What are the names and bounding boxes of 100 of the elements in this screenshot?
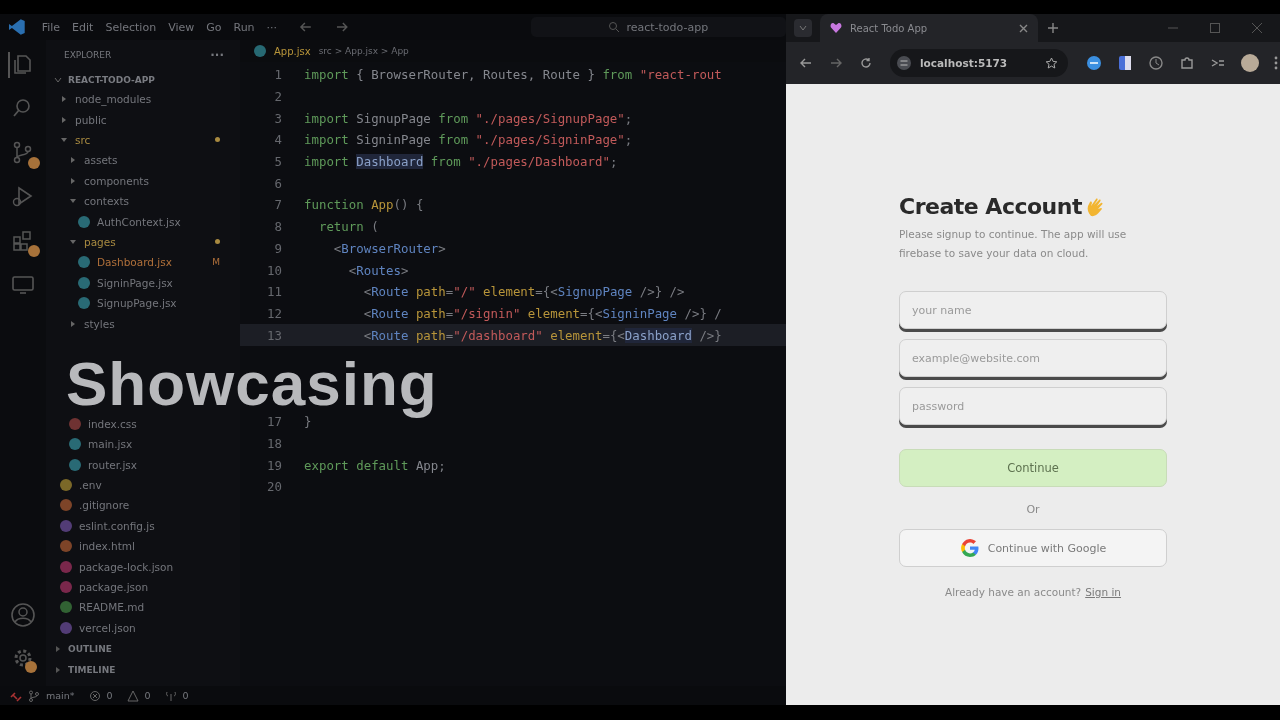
- editor-tab[interactable]: App.jsx src > App.jsx > App: [240, 40, 423, 62]
- clock-icon[interactable]: [1148, 55, 1164, 71]
- tree-item[interactable]: package.json: [46, 576, 240, 598]
- extension-square-icon[interactable]: [1117, 55, 1133, 71]
- more-vertical-icon[interactable]: [1274, 56, 1278, 70]
- menu-item[interactable]: ···: [266, 20, 278, 34]
- menu-item[interactable]: Selection: [105, 20, 157, 34]
- tree-item[interactable]: vercel.json: [46, 617, 240, 638]
- tree-item[interactable]: .gitignore: [46, 495, 240, 516]
- input-field[interactable]: your name: [899, 291, 1167, 329]
- code-line: import SigninPage from "./pages/SigninPage";: [304, 132, 633, 148]
- menu-item[interactable]: Go: [206, 20, 222, 34]
- tree-item[interactable]: index.html: [46, 536, 240, 557]
- project-header[interactable]: REACT-TODO-APP: [46, 70, 240, 89]
- avatar[interactable]: [1241, 54, 1259, 72]
- tree-item[interactable]: assets: [46, 150, 240, 171]
- puzzle-icon[interactable]: [1179, 55, 1195, 71]
- input-field[interactable]: example@website.com: [899, 339, 1167, 377]
- input-field[interactable]: password: [899, 387, 1167, 425]
- modified-dot: [215, 239, 220, 245]
- extension-circle-icon[interactable]: [1086, 55, 1102, 71]
- tab-title: React Todo App: [850, 22, 929, 34]
- tree-item[interactable]: Dashboard.jsx M: [46, 252, 240, 273]
- app-logo-icon: [8, 18, 26, 36]
- line-number: 18: [266, 436, 283, 452]
- tree-item[interactable]: components: [46, 170, 240, 191]
- file-name: .env: [79, 479, 102, 492]
- file-name: SigninPage.jsx: [97, 276, 173, 289]
- tree-item[interactable]: pages: [46, 231, 240, 253]
- line-number: 19: [266, 457, 283, 473]
- code-line: <Route path="/dashboard" element={<Dashboard />}: [362, 327, 722, 343]
- page-heading: Create Account: [899, 194, 1082, 219]
- new-tab-icon[interactable]: [1048, 23, 1058, 33]
- tree-item[interactable]: contexts: [46, 190, 240, 212]
- menu-item[interactable]: View: [168, 20, 195, 34]
- address-bar[interactable]: localhost:5173: [890, 49, 1068, 77]
- close-icon[interactable]: [1019, 23, 1028, 33]
- file-name: AuthContext.jsx: [97, 215, 181, 228]
- command-search-field[interactable]: react-todo-app: [530, 17, 786, 37]
- chevron-right-icon: [54, 644, 62, 653]
- error-count: 0: [106, 690, 113, 701]
- antenna-icon: [164, 689, 177, 702]
- tree-item[interactable]: package-lock.json: [46, 556, 240, 577]
- google-signin-button[interactable]: Continue with Google: [899, 529, 1167, 567]
- file-name: main.jsx: [88, 438, 133, 451]
- file-name: eslint.config.js: [79, 519, 155, 532]
- star-icon[interactable]: [1045, 56, 1058, 70]
- tree-item[interactable]: main.jsx: [46, 434, 240, 455]
- reload-icon[interactable]: [860, 57, 872, 69]
- line-number: 10: [266, 262, 283, 278]
- line-number: 9: [273, 240, 283, 256]
- close-icon[interactable]: [1252, 23, 1262, 33]
- react-file-icon: [78, 256, 90, 269]
- tree-item[interactable]: router.jsx: [46, 454, 240, 475]
- code-line: <BrowserRouter>: [332, 240, 446, 256]
- back-arrow-icon[interactable]: [800, 57, 812, 69]
- file-name: .gitignore: [79, 499, 130, 512]
- more-button[interactable]: ···: [210, 48, 224, 63]
- continue-button[interactable]: Continue: [899, 449, 1167, 487]
- tree-item[interactable]: eslint.config.js: [46, 515, 240, 537]
- panel-title: EXPLORER: [64, 50, 112, 61]
- chevron-down-icon: [799, 24, 807, 32]
- monitor-icon: [11, 273, 35, 297]
- back-arrow-icon[interactable]: [299, 20, 313, 34]
- code-line: export default App;: [304, 457, 446, 473]
- file-name: pages: [84, 235, 116, 248]
- tree-item[interactable]: SigninPage.jsx: [46, 272, 240, 293]
- tree-item[interactable]: src: [46, 129, 240, 151]
- menu-item[interactable]: File: [41, 20, 61, 34]
- tab-search-button[interactable]: [794, 19, 812, 37]
- tree-item[interactable]: public: [46, 109, 240, 130]
- chevron-down-icon: [54, 75, 62, 84]
- tree-item[interactable]: styles: [46, 313, 240, 334]
- react-file-icon: [69, 458, 81, 471]
- file-name: SignupPage.jsx: [97, 297, 177, 310]
- search-icon: [608, 21, 621, 33]
- menu-item[interactable]: Run: [233, 20, 255, 34]
- file-name: package-lock.json: [79, 560, 174, 573]
- file-name: assets: [84, 154, 118, 167]
- tree-item[interactable]: README.md: [46, 597, 240, 618]
- tree-item[interactable]: SignupPage.jsx: [46, 292, 240, 314]
- branch-name[interactable]: main*: [46, 690, 75, 701]
- tree-item[interactable]: node_modules: [46, 89, 240, 110]
- line-number: 3: [273, 110, 283, 126]
- forward-arrow-icon[interactable]: [830, 57, 842, 69]
- tree-item[interactable]: .env: [46, 474, 240, 496]
- file-name: styles: [84, 317, 115, 330]
- maximize-icon[interactable]: [1210, 23, 1220, 33]
- browser-tab[interactable]: React Todo App: [820, 14, 1038, 42]
- file-name: contexts: [84, 195, 130, 208]
- forward-arrow-icon[interactable]: [334, 20, 349, 34]
- error-icon: [88, 689, 101, 702]
- signin-link[interactable]: Sign in: [1085, 586, 1121, 598]
- section-header[interactable]: OUTLINE: [46, 638, 240, 659]
- tree-item[interactable]: AuthContext.jsx: [46, 211, 240, 232]
- section-header[interactable]: TIMELINE: [46, 659, 240, 680]
- react-file-icon: [78, 276, 90, 289]
- menu-item[interactable]: Edit: [72, 20, 94, 34]
- config-file-icon: [60, 519, 72, 532]
- account-icon[interactable]: [10, 602, 36, 628]
